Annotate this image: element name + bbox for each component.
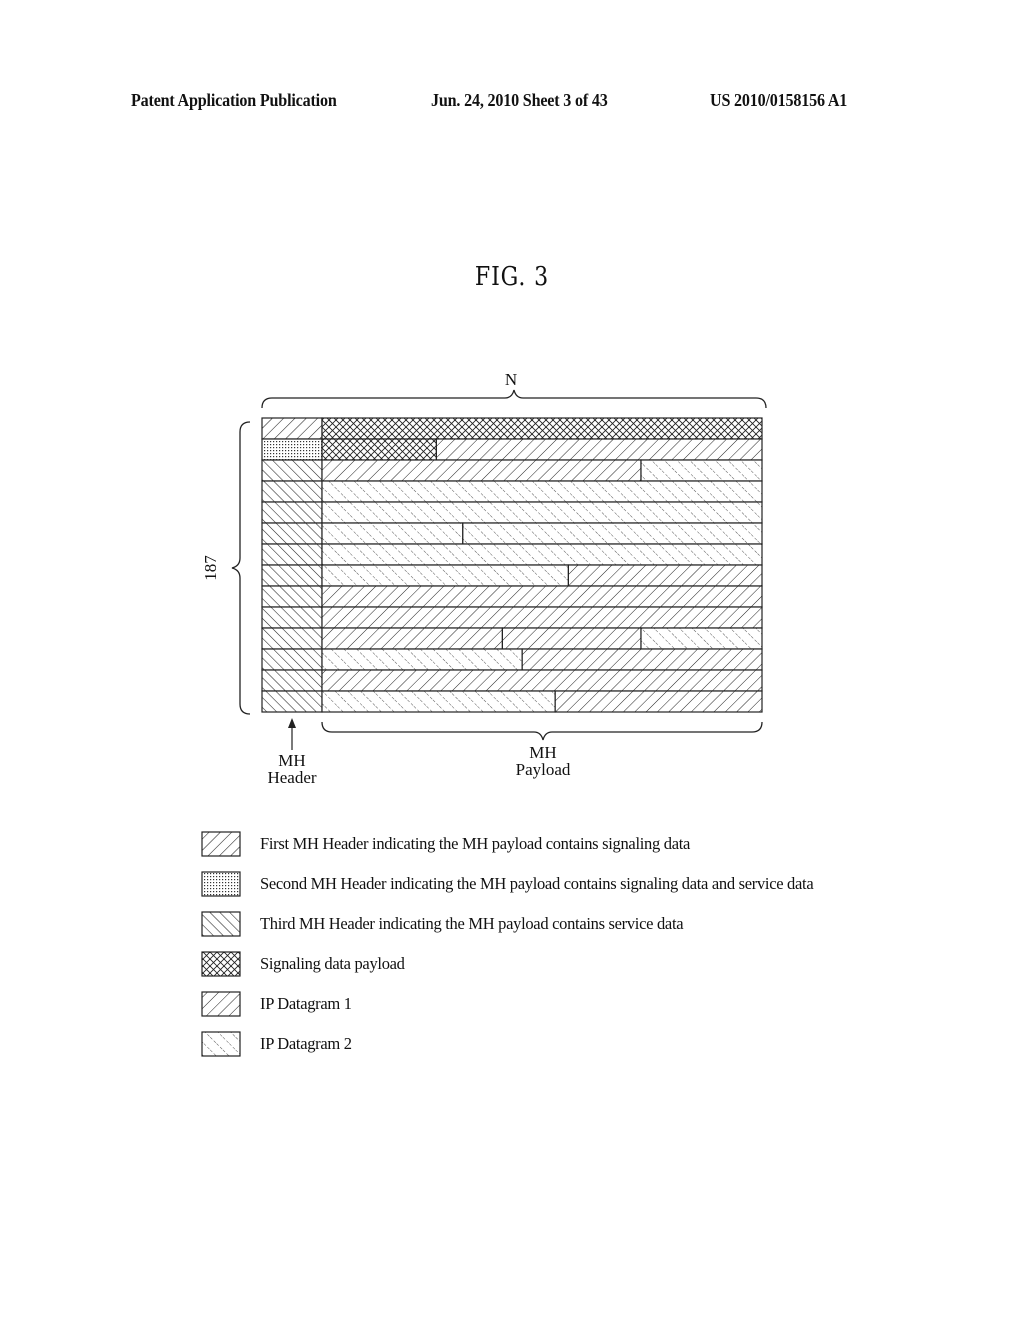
- mh-header-cell-third: [261, 543, 323, 566]
- packet-row: [261, 522, 763, 545]
- payload-brace: [321, 721, 763, 741]
- packet-row: [261, 480, 763, 503]
- payload-segment-ip1: [521, 648, 763, 671]
- mh-header-cell-third: [261, 585, 323, 608]
- payload-segment-ip1: [321, 459, 642, 482]
- payload-segment-ip2: [321, 522, 464, 545]
- legend-label-third: Third MH Header indicating the MH payloa…: [260, 914, 684, 933]
- legend-swatch-third: [201, 911, 241, 937]
- packet-row: [261, 438, 763, 461]
- legend-label-ip2: IP Datagram 2: [260, 1034, 352, 1053]
- payload-segment-signaling: [321, 438, 438, 461]
- legend-label-second: Second MH Header indicating the MH paylo…: [260, 874, 814, 893]
- payload-segment-ip2: [321, 690, 556, 713]
- packet-row: [261, 417, 763, 440]
- mh-header-cell-third: [261, 627, 323, 650]
- mh-header-cell-third: [261, 501, 323, 524]
- mh-header-cell-third: [261, 669, 323, 692]
- legend-swatch-ip1: [201, 991, 241, 1017]
- packet-row: [261, 627, 763, 650]
- payload-segment-ip1: [435, 438, 763, 461]
- payload-segment-ip1: [321, 606, 763, 629]
- packet-row: [261, 669, 763, 692]
- payload-segment-ip2: [462, 522, 763, 545]
- width-label: N: [505, 370, 517, 389]
- header-arrow-head: [288, 718, 296, 728]
- legend-swatch-ip2: [201, 1031, 241, 1057]
- payload-segment-ip2: [640, 627, 763, 650]
- legend-swatch-signaling: [201, 951, 241, 977]
- legend-label-signaling: Signaling data payload: [260, 954, 405, 973]
- packet-row: [261, 690, 763, 713]
- legend-swatch-first: [201, 831, 241, 857]
- mh-header-cell-third: [261, 564, 323, 587]
- mh-header-cell-third: [261, 606, 323, 629]
- mh-header-cell-third: [261, 480, 323, 503]
- height-brace: [231, 421, 251, 715]
- payload-segment-ip2: [321, 648, 523, 671]
- payload-segment-ip2: [640, 459, 763, 482]
- packet-row: [261, 564, 763, 587]
- payload-label-line2: Payload: [516, 760, 571, 779]
- payload-segment-ip1: [321, 585, 763, 608]
- payload-segment-ip2: [321, 501, 763, 524]
- payload-segment-signaling: [321, 417, 763, 440]
- legend-swatch-second: [201, 871, 241, 897]
- packet-row: [261, 501, 763, 524]
- payload-segment-ip1: [554, 690, 763, 713]
- packet-row: [261, 543, 763, 566]
- packet-row: [261, 648, 763, 671]
- packet-row: [261, 606, 763, 629]
- payload-segment-ip1: [501, 627, 642, 650]
- mh-packet-diagram: N 187 MH Header MH Payload: [201, 370, 767, 1057]
- payload-segment-ip2: [321, 543, 763, 566]
- payload-segment-ip2: [321, 564, 569, 587]
- legend-label-first: First MH Header indicating the MH payloa…: [260, 834, 691, 853]
- legend-label-ip1: IP Datagram 1: [260, 994, 352, 1013]
- width-brace: [261, 389, 767, 409]
- payload-segment-ip1: [321, 669, 763, 692]
- mh-header-cell-third: [261, 459, 323, 482]
- header-label-line2: Header: [267, 768, 316, 787]
- mh-header-cell-first: [261, 417, 323, 440]
- payload-segment-ip1: [321, 627, 503, 650]
- payload-segment-ip2: [321, 480, 763, 503]
- payload-segment-ip1: [567, 564, 763, 587]
- packet-grid: [261, 417, 763, 713]
- height-label: 187: [201, 555, 220, 581]
- packet-row: [261, 585, 763, 608]
- packet-row: [261, 459, 763, 482]
- mh-header-cell-third: [261, 690, 323, 713]
- mh-header-cell-second: [261, 438, 323, 461]
- legend-swatches: [201, 831, 241, 1057]
- mh-header-cell-third: [261, 522, 323, 545]
- mh-header-cell-third: [261, 648, 323, 671]
